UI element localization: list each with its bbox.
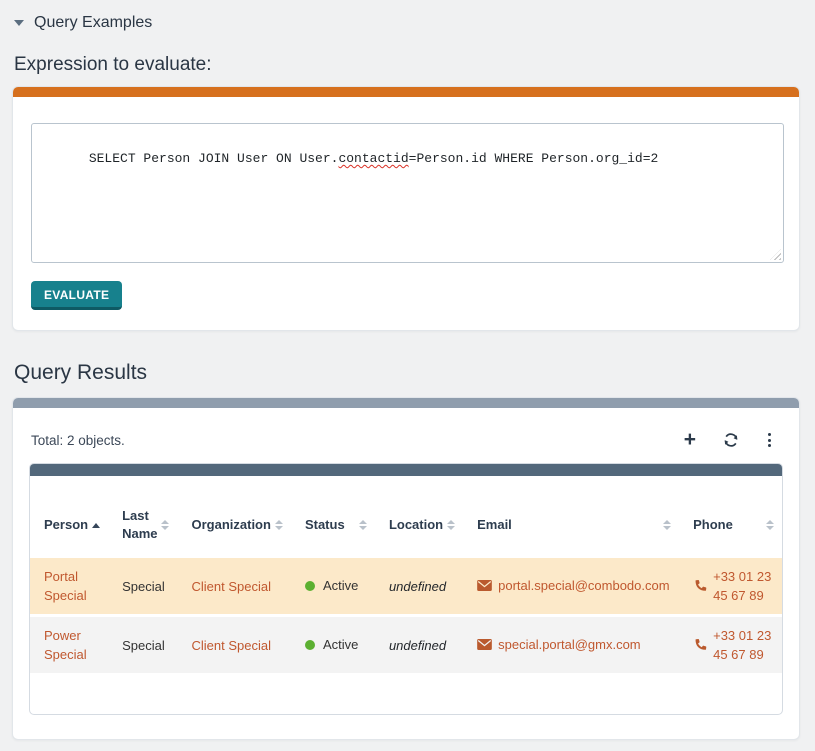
add-icon[interactable]: + [684, 432, 696, 448]
table-row: Portal Special Special Client Special Ac… [30, 558, 782, 614]
toolbar-icons: + [684, 432, 773, 448]
results-table-container: Person Last Name Organization Status Loc [29, 463, 783, 715]
section-spacer [12, 331, 800, 361]
expression-panel-accent-bar [13, 87, 799, 97]
person-link[interactable]: Portal Special [44, 569, 87, 603]
column-header-last-name[interactable]: Last Name [108, 479, 177, 555]
query-examples-title: Query Examples [34, 14, 152, 32]
results-panel-body: Total: 2 objects. + [13, 408, 799, 739]
column-header-person[interactable]: Person [30, 479, 108, 555]
sort-icon [359, 520, 367, 530]
results-table: Person Last Name Organization Status Loc [30, 476, 782, 676]
evaluate-button[interactable]: EVALUATE [31, 281, 122, 310]
email-link[interactable]: portal.special@combodo.com [477, 576, 669, 595]
column-header-status[interactable]: Status [291, 479, 375, 555]
status-cell: Active [305, 635, 358, 654]
query-text-after: =Person.id WHERE Person.org_id=2 [409, 151, 659, 166]
refresh-icon[interactable] [723, 432, 739, 448]
table-row: Power Special Special Client Special Act… [30, 617, 782, 673]
sort-icon [766, 520, 774, 530]
last-name-cell: Special [108, 617, 177, 673]
sort-asc-icon [92, 523, 100, 528]
results-panel-accent-bar [13, 398, 799, 408]
person-link[interactable]: Power Special [44, 628, 87, 662]
last-name-cell: Special [108, 558, 177, 614]
results-toolbar: Total: 2 objects. + [13, 432, 799, 448]
envelope-icon [477, 580, 492, 591]
sort-icon [447, 520, 455, 530]
expression-textarea[interactable]: SELECT Person JOIN User ON User.contacti… [31, 123, 784, 263]
query-results-heading: Query Results [14, 361, 800, 385]
collapse-triangle-icon[interactable] [14, 20, 24, 26]
phone-icon [693, 638, 707, 652]
expression-panel-body: SELECT Person JOIN User ON User.contacti… [13, 97, 799, 330]
sort-icon [663, 520, 671, 530]
column-header-location[interactable]: Location [375, 479, 463, 555]
status-active-icon [305, 640, 315, 650]
actions-menu-icon[interactable] [766, 432, 773, 448]
organization-link[interactable]: Client Special [191, 638, 271, 653]
location-cell: undefined [389, 638, 446, 653]
table-accent-bar [30, 464, 782, 476]
query-text-misspelled: contactid [338, 151, 408, 166]
envelope-icon [477, 639, 492, 650]
sort-icon [275, 520, 283, 530]
column-header-email[interactable]: Email [463, 479, 679, 555]
status-active-icon [305, 581, 315, 591]
table-header-row: Person Last Name Organization Status Loc [30, 479, 782, 555]
sort-icon [161, 520, 169, 530]
email-link[interactable]: special.portal@gmx.com [477, 635, 641, 654]
expression-panel: SELECT Person JOIN User ON User.contacti… [12, 86, 800, 331]
results-panel: Total: 2 objects. + [12, 397, 800, 740]
query-examples-collapser[interactable]: Query Examples [12, 8, 800, 36]
organization-link[interactable]: Client Special [191, 579, 271, 594]
query-text-before: SELECT Person JOIN User ON User. [89, 151, 339, 166]
column-header-phone[interactable]: Phone [679, 479, 782, 555]
expression-heading: Expression to evaluate: [14, 54, 800, 76]
status-cell: Active [305, 576, 358, 595]
phone-icon [693, 579, 707, 593]
column-header-organization[interactable]: Organization [177, 479, 290, 555]
total-objects-label: Total: 2 objects. [31, 433, 125, 448]
phone-link[interactable]: +33 01 23 45 67 89 [693, 567, 774, 605]
textarea-resize-grip[interactable] [770, 249, 781, 260]
phone-link[interactable]: +33 01 23 45 67 89 [693, 626, 774, 664]
location-cell: undefined [389, 579, 446, 594]
